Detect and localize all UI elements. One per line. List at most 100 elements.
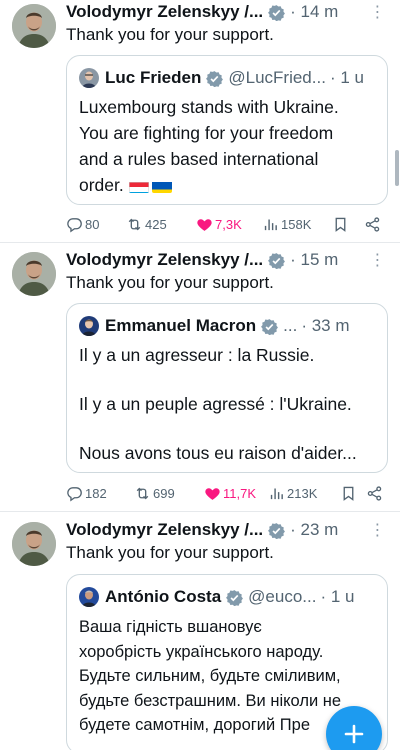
tweet-text: Thank you for your support. [66, 25, 274, 44]
quote-header: António Costa @euco... · 1 u [79, 585, 377, 609]
tweet-text: Thank you for your support. [66, 273, 274, 292]
quote-author-name: Emmanuel Macron [105, 316, 257, 335]
author-name[interactable]: Volodymyr Zelenskyy /... [66, 520, 263, 540]
views-icon [264, 219, 277, 230]
luxembourg-flag-icon [128, 178, 149, 193]
tweet-header: Volodymyr Zelenskyy /... · 14 m [66, 0, 388, 24]
quoted-tweet[interactable]: Luc Frieden @LucFried... · 1 u Luxembour… [66, 55, 388, 205]
quote-avatar [79, 68, 99, 88]
more-icon[interactable]: ⋮ [368, 518, 386, 542]
bookmark-button[interactable] [332, 216, 364, 233]
quote-time: · 33 m [301, 316, 350, 335]
reply-count: 182 [85, 485, 107, 501]
scrollbar[interactable] [395, 150, 399, 186]
tweet-time-value: 15 m [300, 250, 339, 269]
quoted-tweet[interactable]: Emmanuel Macron ... · 33 m Il y a un agr… [66, 303, 388, 473]
bookmark-button[interactable] [340, 485, 366, 502]
like-button[interactable]: 11,7K [204, 485, 268, 502]
repost-button[interactable]: 425 [126, 216, 196, 233]
share-button[interactable] [366, 485, 385, 502]
reply-button[interactable]: 182 [66, 485, 134, 502]
share-icon [367, 485, 382, 501]
like-count: 7,3K [215, 216, 242, 232]
quote-time: · 1 u [329, 68, 364, 87]
quote-line: хоробрість українського народу. [79, 642, 324, 661]
like-count: 11,7K [223, 485, 257, 501]
verified-badge-icon [268, 522, 286, 539]
repost-icon [128, 218, 141, 230]
view-count: 158K [281, 216, 312, 232]
author-name[interactable]: Volodymyr Zelenskyy /... [66, 250, 263, 270]
quote-author-handle: @LucFried... [228, 68, 326, 87]
quote-line: Nous avons tous eu raison d'aider... [79, 443, 357, 463]
tweet[interactable]: Volodymyr Zelenskyy /... · 15 m ⋮ Thank … [0, 248, 400, 510]
verified-badge-icon [268, 4, 286, 21]
avatar[interactable] [12, 4, 56, 48]
divider [0, 511, 400, 512]
ukraine-flag-icon [151, 178, 172, 193]
repost-count: 425 [145, 216, 167, 232]
tweet-time-value: 23 m [300, 520, 339, 539]
quote-line: Будьте сильним, будьте сміливим, [79, 667, 341, 685]
quote-header: Emmanuel Macron ... · 33 m [79, 314, 377, 338]
share-button[interactable] [364, 216, 383, 233]
like-icon [197, 218, 212, 231]
quote-time: · 1 u [320, 587, 355, 606]
quote-avatar [79, 316, 99, 336]
quote-line: and a rules based international [79, 149, 319, 169]
quote-author-handle: ... [283, 316, 298, 335]
tweet-time[interactable]: · 14 m [290, 2, 338, 22]
quote-line: You are fighting for your freedom [79, 123, 334, 143]
more-icon[interactable]: ⋮ [368, 0, 386, 24]
views-icon [270, 488, 283, 499]
quote-text: Luxembourg stands with Ukraine. You are … [79, 94, 377, 198]
repost-icon [136, 487, 149, 499]
quote-text: Il y a un agresseur : la Russie. Il y a … [79, 342, 377, 466]
reply-button[interactable]: 80 [66, 216, 126, 233]
quote-line-with-flags: order. [79, 172, 377, 198]
views-button[interactable]: 158K [262, 216, 332, 233]
quote-line: order. [79, 175, 124, 195]
bookmark-icon [343, 486, 354, 501]
quote-author-handle: @euco... [248, 587, 317, 606]
reply-count: 80 [85, 216, 100, 232]
quote-author-name: António Costa [105, 587, 222, 606]
tweet-actions: 80 425 7,3K 158K [66, 213, 388, 235]
tweet[interactable]: Volodymyr Zelenskyy /... · 14 m ⋮ Thank … [0, 0, 400, 240]
timeline-feed: Volodymyr Zelenskyy /... · 14 m ⋮ Thank … [0, 0, 400, 750]
more-icon[interactable]: ⋮ [368, 248, 386, 272]
like-icon [205, 487, 220, 500]
reply-icon [67, 217, 82, 233]
quote-line: Ваша гідність вшановує [79, 618, 262, 636]
view-count: 213K [287, 485, 318, 501]
quote-line: будьте безстрашним. Ви ніколи не [79, 691, 342, 710]
author-name[interactable]: Volodymyr Zelenskyy /... [66, 2, 263, 22]
tweet-time-value: 14 m [300, 2, 339, 21]
views-button[interactable]: 213K [268, 485, 340, 502]
tweet-header: Volodymyr Zelenskyy /... · 23 m [66, 518, 388, 542]
quote-avatar [79, 587, 99, 607]
repost-count: 699 [153, 485, 175, 501]
avatar[interactable] [12, 522, 56, 566]
verified-badge-icon [261, 318, 279, 335]
tweet-time[interactable]: · 15 m [290, 250, 338, 270]
bookmark-icon [335, 217, 346, 232]
verified-badge-icon [268, 252, 286, 269]
quote-author-name: Luc Frieden [105, 68, 202, 87]
share-icon [365, 216, 380, 232]
tweet-text: Thank you for your support. [66, 543, 274, 562]
quote-line: Luxembourg stands with Ukraine. [79, 97, 339, 117]
verified-badge-icon [206, 70, 224, 87]
compose-icon [344, 724, 364, 744]
verified-badge-icon [226, 589, 244, 606]
quote-line: Il y a un peuple agressé : l'Ukraine. [79, 394, 352, 414]
like-button[interactable]: 7,3K [196, 216, 262, 233]
tweet-time[interactable]: · 23 m [290, 520, 338, 540]
tweet-header: Volodymyr Zelenskyy /... · 15 m [66, 248, 388, 272]
repost-button[interactable]: 699 [134, 485, 204, 502]
tweet-actions: 182 699 11,7K 213K [66, 482, 388, 504]
quote-header: Luc Frieden @LucFried... · 1 u [79, 66, 377, 90]
avatar[interactable] [12, 252, 56, 296]
reply-icon [67, 486, 82, 502]
quote-line: Il y a un agresseur : la Russie. [79, 345, 315, 365]
